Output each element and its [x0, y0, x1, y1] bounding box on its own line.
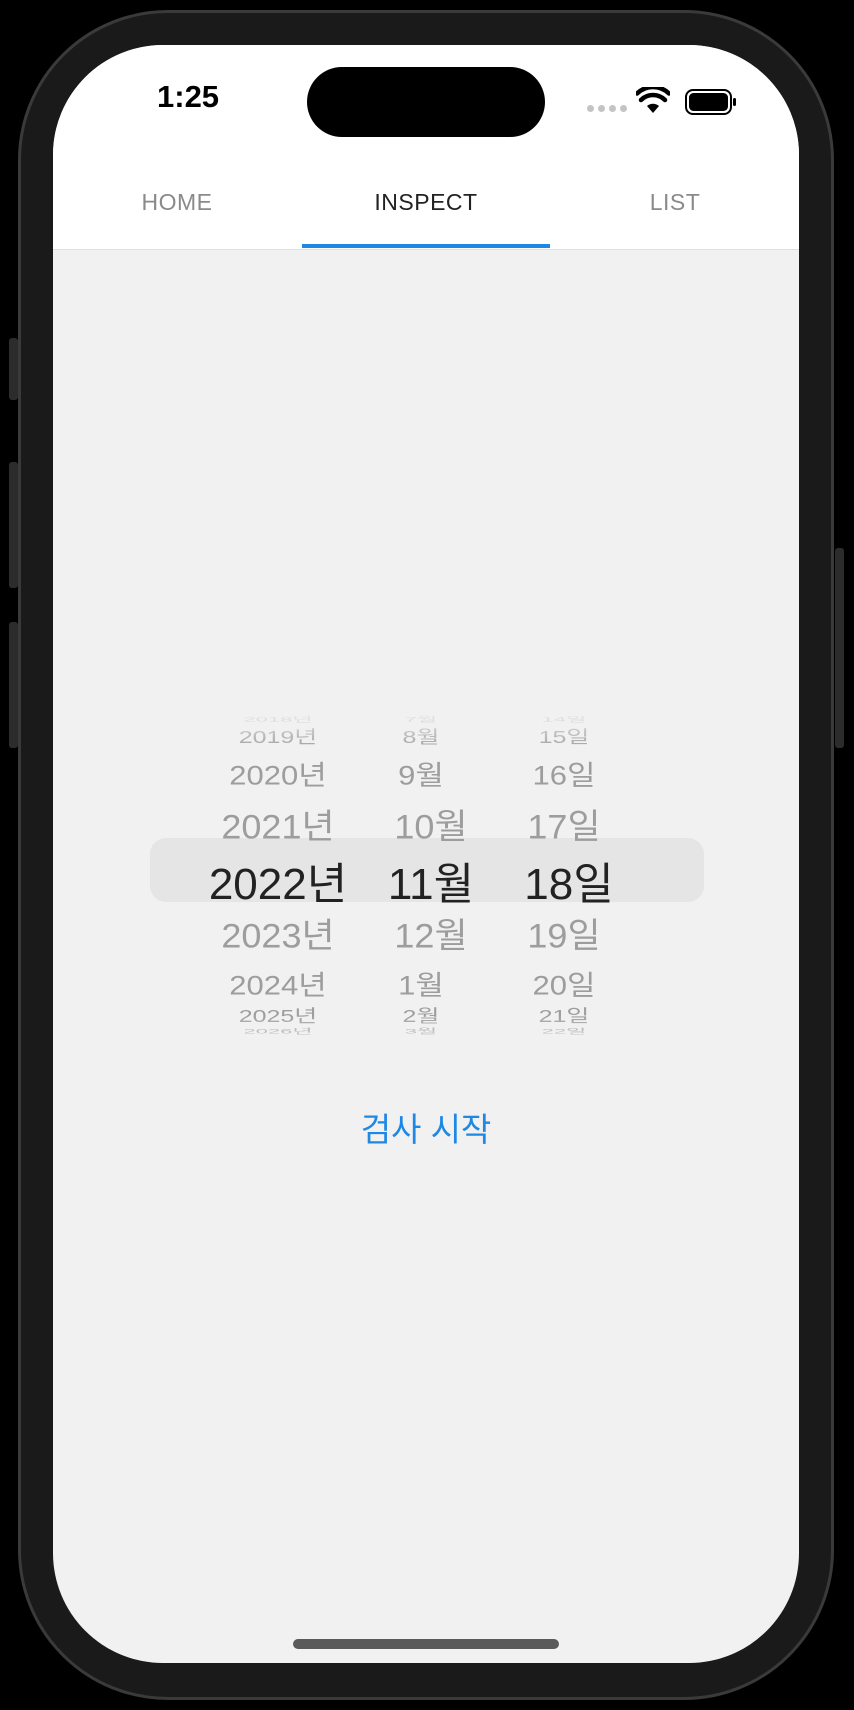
tab-list[interactable]: LIST	[551, 155, 799, 249]
month-option[interactable]: 12월	[381, 908, 481, 958]
year-option[interactable]: 2019년	[193, 723, 363, 748]
cellular-signal-icon	[587, 105, 627, 112]
status-bar: 1:25	[53, 45, 799, 155]
day-option[interactable]: 16일	[519, 753, 609, 793]
month-option[interactable]: 8월	[381, 723, 461, 748]
day-option[interactable]: 20일	[519, 963, 609, 1003]
year-option[interactable]: 2024년	[193, 963, 363, 1003]
tab-list-label: LIST	[649, 188, 701, 215]
month-wheel[interactable]: 7월 8월 9월 10월 11월 12월 1월 2월 3월	[381, 710, 481, 1055]
day-wheel[interactable]: 14일 15일 16일 17일 18일 19일 20일 21일 22일	[519, 710, 619, 1055]
year-option[interactable]: 2026년	[193, 1026, 363, 1036]
volume-up-button	[9, 462, 18, 588]
month-option[interactable]: 3월	[381, 1026, 461, 1036]
day-option[interactable]: 17일	[519, 799, 609, 849]
active-tab-indicator	[302, 244, 550, 248]
month-option-selected[interactable]: 11월	[381, 848, 481, 912]
year-option[interactable]: 2025년	[193, 1002, 363, 1027]
start-inspection-button[interactable]: 검사 시작	[53, 1103, 799, 1151]
power-button	[835, 548, 844, 748]
tab-inspect-label: INSPECT	[374, 188, 478, 215]
volume-down-button	[9, 622, 18, 748]
day-option[interactable]: 22일	[519, 1026, 609, 1036]
mute-switch	[9, 338, 18, 400]
day-option[interactable]: 15일	[519, 723, 609, 748]
year-wheel[interactable]: 2018년 2019년 2020년 2021년 2022년 2023년 2024…	[193, 710, 363, 1055]
month-option[interactable]: 1월	[381, 963, 461, 1003]
month-option[interactable]: 7월	[381, 714, 461, 724]
tab-home-label: HOME	[141, 188, 213, 215]
wifi-icon	[636, 87, 670, 113]
day-option[interactable]: 19일	[519, 908, 609, 958]
day-option-selected[interactable]: 18일	[519, 848, 619, 912]
battery-icon	[685, 89, 736, 115]
year-option[interactable]: 2023년	[193, 908, 363, 958]
home-indicator[interactable]	[293, 1639, 559, 1649]
month-option[interactable]: 10월	[381, 799, 481, 849]
year-option[interactable]: 2018년	[193, 714, 363, 724]
year-option[interactable]: 2020년	[193, 753, 363, 793]
day-option[interactable]: 14일	[519, 714, 609, 724]
tab-inspect[interactable]: INSPECT	[302, 155, 550, 249]
status-time: 1:25	[157, 79, 220, 114]
month-option[interactable]: 2월	[381, 1002, 461, 1027]
tab-bar: HOME INSPECT LIST	[53, 155, 799, 250]
day-option[interactable]: 21일	[519, 1002, 609, 1027]
screen: 1:25 HOME INSPECT LIST 2018년 2019년 2020년…	[53, 45, 799, 1663]
tab-home[interactable]: HOME	[53, 155, 301, 249]
year-option[interactable]: 2021년	[193, 799, 363, 849]
month-option[interactable]: 9월	[381, 753, 461, 793]
dynamic-island	[307, 67, 545, 137]
year-option-selected[interactable]: 2022년	[193, 848, 363, 912]
date-picker[interactable]: 2018년 2019년 2020년 2021년 2022년 2023년 2024…	[53, 710, 799, 1055]
